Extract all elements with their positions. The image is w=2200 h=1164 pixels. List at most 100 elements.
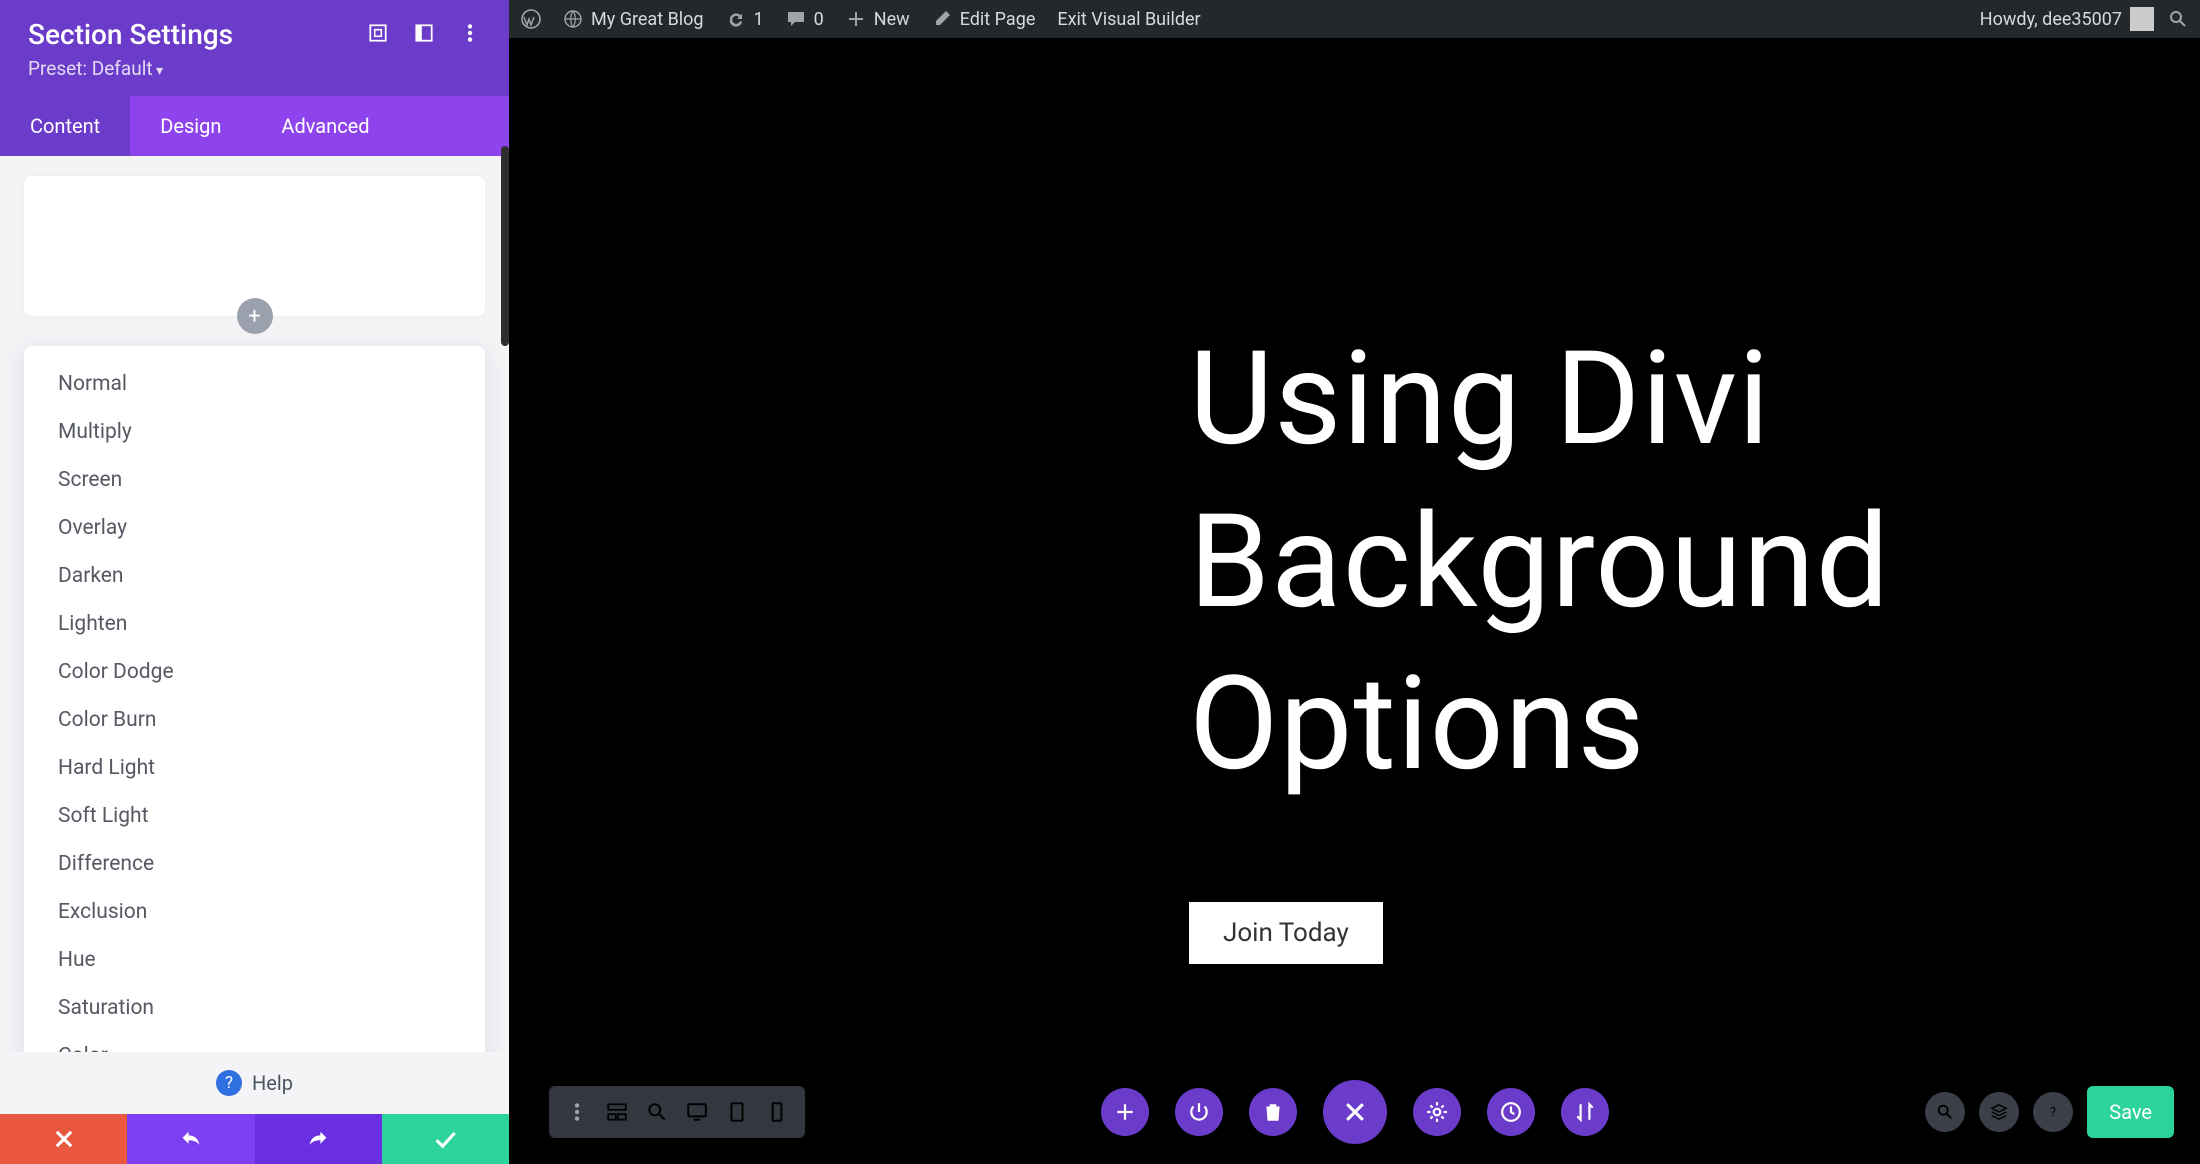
sort-icon — [1574, 1101, 1596, 1123]
dock-icon — [413, 22, 435, 44]
blend-option-label: Multiply — [58, 420, 132, 444]
undo-button[interactable] — [127, 1114, 254, 1164]
dots-vertical-icon — [459, 22, 481, 44]
comments-count: 0 — [814, 9, 824, 30]
join-button[interactable]: Join Today — [1189, 902, 1383, 964]
howdy-link[interactable]: Howdy, dee35007 — [1980, 7, 2154, 31]
blend-option-hue[interactable]: Hue✔ — [24, 936, 485, 984]
site-link[interactable]: My Great Blog — [563, 9, 704, 30]
comments-link[interactable]: 0 — [786, 9, 824, 30]
blend-option-color-burn[interactable]: Color Burn✔ — [24, 696, 485, 744]
search-icon — [1936, 1103, 1954, 1121]
comment-icon — [786, 9, 806, 29]
wp-logo[interactable] — [521, 9, 541, 29]
more-button[interactable] — [459, 18, 481, 51]
builder-toolbar: ? Save — [509, 1082, 2200, 1142]
blend-option-normal[interactable]: Normal✔ — [24, 360, 485, 408]
pencil-icon — [932, 9, 952, 29]
blend-option-lighten[interactable]: Lighten✔ — [24, 600, 485, 648]
wp-admin-bar: My Great Blog 1 0 New Edit Page Exit Vis… — [509, 0, 2200, 38]
refresh-icon — [726, 9, 746, 29]
trash-icon — [1262, 1101, 1284, 1123]
blend-option-label: Hue — [58, 948, 96, 972]
desktop-button[interactable] — [677, 1086, 717, 1138]
plus-icon — [846, 9, 866, 29]
blend-option-color-dodge[interactable]: Color Dodge✔ — [24, 648, 485, 696]
dock-button[interactable] — [413, 18, 435, 51]
blend-option-label: Screen — [58, 468, 122, 492]
howdy-text: Howdy, dee35007 — [1980, 9, 2122, 30]
expand-button[interactable] — [367, 18, 389, 51]
help-button[interactable]: ? — [2033, 1092, 2073, 1132]
cancel-button[interactable] — [0, 1114, 127, 1164]
search-icon — [2168, 9, 2188, 29]
close-builder-button[interactable] — [1323, 1080, 1387, 1144]
blend-option-color[interactable]: Color✔ — [24, 1032, 485, 1052]
blend-option-darken[interactable]: Darken✔ — [24, 552, 485, 600]
confirm-button[interactable] — [382, 1114, 509, 1164]
svg-text:?: ? — [2050, 1106, 2056, 1121]
blend-option-label: Difference — [58, 852, 154, 876]
blend-option-exclusion[interactable]: Exclusion✔ — [24, 888, 485, 936]
blend-option-label: Exclusion — [58, 900, 147, 924]
home-icon — [563, 9, 583, 29]
dots-vertical-icon — [566, 1101, 588, 1123]
responsive-group — [549, 1086, 805, 1138]
exit-builder-link[interactable]: Exit Visual Builder — [1057, 9, 1200, 30]
phone-button[interactable] — [757, 1086, 797, 1138]
wireframe-icon — [606, 1101, 628, 1123]
question-icon: ? — [2044, 1103, 2062, 1121]
clock-icon — [1500, 1101, 1522, 1123]
redo-button[interactable] — [255, 1114, 382, 1164]
more-menu-button[interactable] — [557, 1086, 597, 1138]
power-button[interactable] — [1175, 1088, 1223, 1136]
sidebar-footer — [0, 1114, 509, 1164]
preset-dropdown[interactable]: Preset: Default — [28, 57, 481, 80]
add-section-button[interactable] — [1101, 1088, 1149, 1136]
blend-option-overlay[interactable]: Overlay✔ — [24, 504, 485, 552]
sidebar-title: Section Settings — [28, 18, 233, 51]
blend-option-label: Color Burn — [58, 708, 156, 732]
blend-option-label: Lighten — [58, 612, 127, 636]
blend-option-hard-light[interactable]: Hard Light✔ — [24, 744, 485, 792]
blend-option-label: Normal — [58, 372, 127, 396]
sidebar-scrollbar[interactable] — [501, 146, 509, 346]
layers-icon — [1990, 1103, 2008, 1121]
sort-button[interactable] — [1561, 1088, 1609, 1136]
expand-icon — [367, 22, 389, 44]
blend-option-multiply[interactable]: Multiply✔ — [24, 408, 485, 456]
blend-option-screen[interactable]: Screen✔ — [24, 456, 485, 504]
add-background-button[interactable]: + — [237, 298, 273, 334]
edit-page-link[interactable]: Edit Page — [932, 9, 1036, 30]
new-link[interactable]: New — [846, 9, 910, 30]
avatar — [2130, 7, 2154, 31]
find-button[interactable] — [1925, 1092, 1965, 1132]
tablet-button[interactable] — [717, 1086, 757, 1138]
updates-link[interactable]: 1 — [726, 9, 764, 30]
layers-button[interactable] — [1979, 1092, 2019, 1132]
help-link[interactable]: ? Help — [0, 1052, 509, 1114]
tab-design[interactable]: Design — [130, 96, 251, 156]
blend-option-saturation[interactable]: Saturation✔ — [24, 984, 485, 1032]
background-preview-card[interactable]: + — [24, 176, 485, 316]
tab-advanced[interactable]: Advanced — [251, 96, 399, 156]
blend-option-soft-light[interactable]: Soft Light✔ — [24, 792, 485, 840]
help-label: Help — [252, 1071, 293, 1095]
save-button[interactable]: Save — [2087, 1086, 2174, 1138]
blend-option-label: Overlay — [58, 516, 127, 540]
close-icon — [1342, 1099, 1368, 1125]
zoom-button[interactable] — [637, 1086, 677, 1138]
history-button[interactable] — [1487, 1088, 1535, 1136]
exit-label: Exit Visual Builder — [1057, 9, 1200, 30]
undo-icon — [179, 1127, 203, 1151]
blend-option-difference[interactable]: Difference✔ — [24, 840, 485, 888]
settings-button[interactable] — [1413, 1088, 1461, 1136]
blend-option-label: Darken — [58, 564, 124, 588]
trash-button[interactable] — [1249, 1088, 1297, 1136]
check-icon — [433, 1127, 457, 1151]
zoom-icon — [646, 1101, 668, 1123]
search-toggle[interactable] — [2168, 9, 2188, 29]
tab-content[interactable]: Content — [0, 96, 130, 156]
sidebar-body: + Normal✔Multiply✔Screen✔Overlay✔Darken✔… — [0, 156, 509, 1052]
wireframe-button[interactable] — [597, 1086, 637, 1138]
